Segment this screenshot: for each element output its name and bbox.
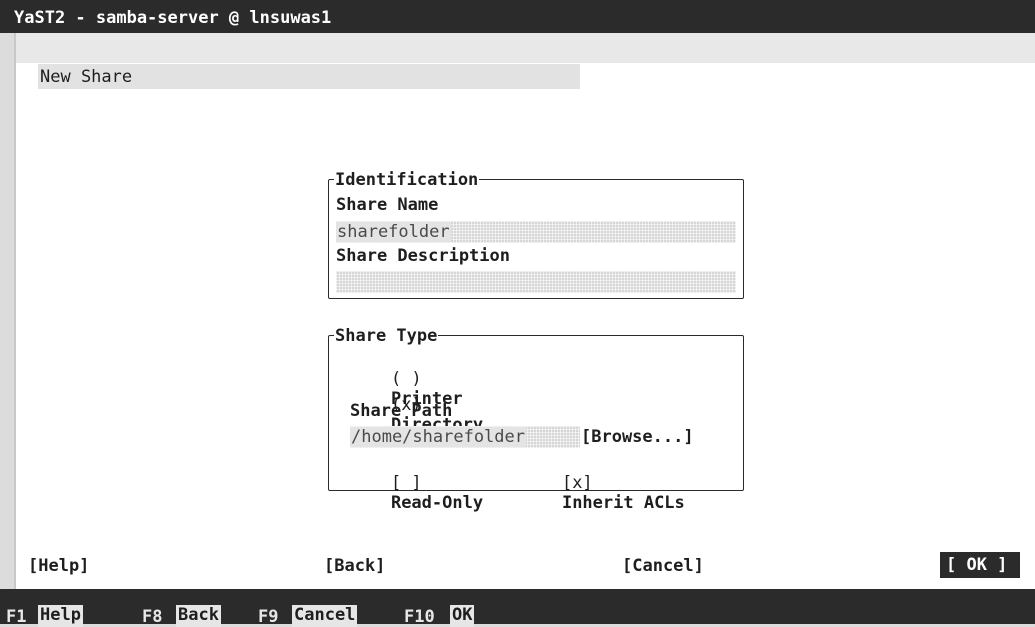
share-path-value: /home/sharefolder xyxy=(350,427,526,447)
ok-button[interactable]: [ OK ] xyxy=(940,552,1020,578)
printer-radio[interactable]: ( ) Printer xyxy=(350,349,463,409)
share-name-value: sharefolder xyxy=(336,222,451,242)
window-title: YaST2 - samba-server @ lnsuwas1 xyxy=(14,8,332,28)
f9-key: F9 xyxy=(258,607,279,627)
f8-key: F8 xyxy=(142,607,163,627)
dialog-window: New Share Identification Share Name shar… xyxy=(14,33,1035,589)
share-path-input[interactable]: /home/sharefolder xyxy=(350,426,580,448)
directory-radio[interactable]: (x) Directory xyxy=(350,375,483,435)
inherit-acls-marker: [x] xyxy=(561,473,603,493)
share-name-input[interactable]: sharefolder xyxy=(336,221,736,243)
f1-key: F1 xyxy=(6,607,27,627)
share-path-label: Share Path xyxy=(350,401,453,421)
share-type-legend: Share Type xyxy=(334,326,439,346)
back-button[interactable]: [Back] xyxy=(324,556,385,576)
header-band xyxy=(16,33,1035,63)
inherit-acls-checkbox[interactable]: [x] Inherit ACLs xyxy=(521,453,685,513)
dialog-heading: New Share xyxy=(38,64,580,89)
dialog-heading-text: New Share xyxy=(40,67,133,87)
read-only-checkbox[interactable]: [ ] Read-Only xyxy=(350,453,483,513)
inherit-acls-label: Inherit ACLs xyxy=(561,493,685,513)
identification-legend: Identification xyxy=(334,170,480,190)
ok-button-label: [ OK ] xyxy=(946,555,1008,575)
help-button[interactable]: [Help] xyxy=(28,556,89,576)
function-key-bar: F1 Help F8 Back F9 Cancel F10 OK xyxy=(0,589,1035,627)
title-bar: YaST2 - samba-server @ lnsuwas1 xyxy=(0,0,1035,33)
cancel-button[interactable]: [Cancel] xyxy=(622,556,704,576)
read-only-marker: [ ] xyxy=(390,473,432,493)
share-name-label: Share Name xyxy=(336,195,439,215)
share-description-label: Share Description xyxy=(336,246,510,266)
read-only-label: Read-Only xyxy=(390,493,484,513)
f10-key: F10 xyxy=(404,607,435,627)
browse-button[interactable]: [Browse...] xyxy=(581,427,694,447)
share-description-input[interactable] xyxy=(336,271,736,293)
